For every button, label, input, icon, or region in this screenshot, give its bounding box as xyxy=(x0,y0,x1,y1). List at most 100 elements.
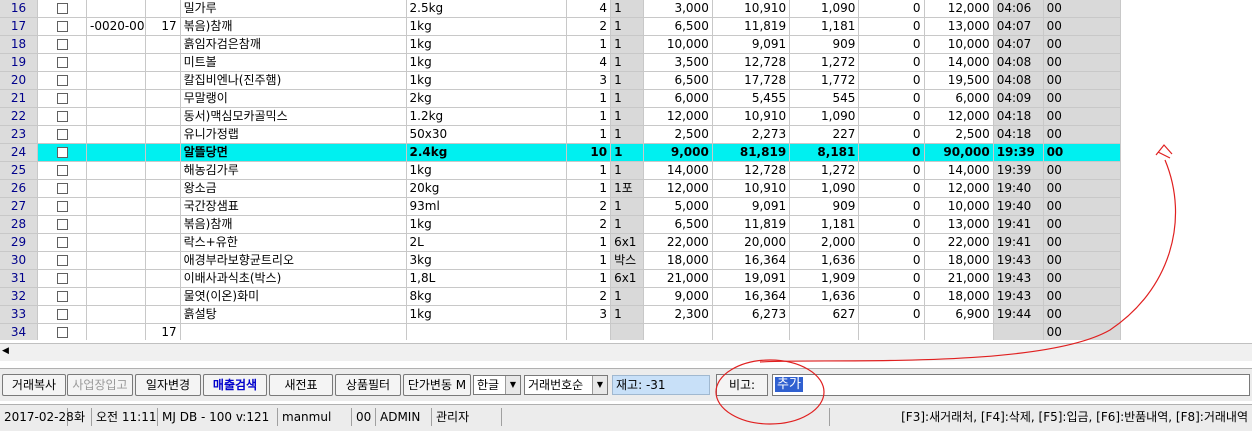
table-row[interactable]: 34 17 00 xyxy=(0,323,1121,340)
row-flag: 00 xyxy=(1043,251,1121,270)
table-row[interactable]: 27 국간장샘표 93ml 2 1 5,000 9,091 909 0 10,000 19:40 00 xyxy=(0,197,1121,216)
checkbox-icon[interactable] xyxy=(56,291,68,302)
copy-transaction-button[interactable]: 거래복사 xyxy=(2,374,66,396)
checkbox-icon[interactable] xyxy=(56,201,68,212)
table-row[interactable]: 24 알뜰당면 2.4kg 10 1 9,000 81,819 8,181 0 90,000 19:… xyxy=(0,143,1121,162)
row-spec: 2.5kg xyxy=(406,0,568,18)
memo-input[interactable]: 추가 xyxy=(772,374,1250,396)
row-time: 19:43 xyxy=(993,251,1044,270)
table-row[interactable]: 16 밀가루 2.5kg 4 1 3,000 10,910 1,090 0 12,000 04:06… xyxy=(0,0,1121,18)
product-filter-button[interactable]: 상품필터 xyxy=(335,374,401,396)
row-checkbox[interactable] xyxy=(37,305,87,324)
chevron-down-icon[interactable]: ▼ xyxy=(592,376,607,394)
table-row[interactable]: 17 -0020-00 17 볶음)참깨 1kg 2 1 6,500 11,819 1,181 0 1… xyxy=(0,17,1121,36)
table-row[interactable]: 19 미트볼 1kg 4 1 3,500 12,728 1,272 0 14,000 04:08 00 xyxy=(0,53,1121,72)
checkbox-icon[interactable] xyxy=(56,75,68,86)
row-checkbox[interactable] xyxy=(37,35,87,54)
table-row[interactable]: 20 칼집비엔나(진주햄) 1kg 3 1 6,500 17,728 1,772 0 19,500… xyxy=(0,71,1121,90)
row-amount xyxy=(924,323,994,340)
checkbox-icon[interactable] xyxy=(56,255,68,266)
status-bar: 2017-02-28 화 오전 11:11 MJ DB - 100 v:121 … xyxy=(0,404,1252,431)
row-unit: 1 xyxy=(610,0,644,18)
price-change-button[interactable]: 단가변동 M xyxy=(403,374,471,396)
checkbox-icon[interactable] xyxy=(56,21,68,32)
row-product-name: 칼집비엔나(진주햄) xyxy=(180,71,407,90)
table-row[interactable]: 25 해농김가루 1kg 1 1 14,000 12,728 1,272 0 14,000 19:3… xyxy=(0,161,1121,180)
checkbox-icon[interactable] xyxy=(56,93,68,104)
checkbox-icon[interactable] xyxy=(56,111,68,122)
new-slip-button[interactable]: 새전표 xyxy=(269,374,333,396)
row-discount: 0 xyxy=(858,197,925,216)
row-time: 19:40 xyxy=(993,179,1044,198)
row-checkbox[interactable] xyxy=(37,215,87,234)
table-row[interactable]: 33 흙설탕 1kg 3 1 2,300 6,273 627 0 6,900 19:44 00 xyxy=(0,305,1121,324)
table-row[interactable]: 18 흙임자검은참깨 1kg 1 1 10,000 9,091 909 0 10,000 04:07… xyxy=(0,35,1121,54)
checkbox-icon[interactable] xyxy=(56,147,68,158)
row-spec: 1.2kg xyxy=(406,107,568,126)
sort-order-select[interactable]: 거래번호순 ▼ xyxy=(524,375,608,395)
row-checkbox[interactable] xyxy=(37,197,87,216)
checkbox-icon[interactable] xyxy=(56,237,68,248)
row-amount: 6,000 xyxy=(924,89,994,108)
row-checkbox[interactable] xyxy=(37,143,87,162)
checkbox-icon[interactable] xyxy=(56,219,68,230)
row-checkbox[interactable] xyxy=(37,161,87,180)
row-amount: 13,000 xyxy=(924,17,994,36)
table-row[interactable]: 23 유니가정랩 50x30 1 1 2,500 2,273 227 0 2,500 04:18 00 xyxy=(0,125,1121,144)
chevron-down-icon[interactable]: ▼ xyxy=(505,376,520,394)
checkbox-icon[interactable] xyxy=(56,165,68,176)
row-checkbox[interactable] xyxy=(37,269,87,288)
row-checkbox[interactable] xyxy=(37,107,87,126)
row-code: -0020-00 xyxy=(86,17,147,36)
row-checkbox[interactable] xyxy=(37,89,87,108)
language-select[interactable]: 한글 ▼ xyxy=(473,375,521,395)
row-time: 19:41 xyxy=(993,233,1044,252)
row-code xyxy=(86,197,147,216)
row-checkbox[interactable] xyxy=(37,251,87,270)
row-price: 2,500 xyxy=(643,125,713,144)
row-flag: 00 xyxy=(1043,197,1121,216)
checkbox-icon[interactable] xyxy=(56,273,68,284)
row-checkbox[interactable] xyxy=(37,17,87,36)
table-row[interactable]: 21 무말랭이 2kg 1 1 6,000 5,455 545 0 6,000 04:09 00 xyxy=(0,89,1121,108)
row-product-name: 애경부라보향균트리오 xyxy=(180,251,407,270)
checkbox-icon[interactable] xyxy=(56,327,68,338)
checkbox-icon[interactable] xyxy=(56,129,68,140)
row-code xyxy=(86,233,147,252)
checkbox-icon[interactable] xyxy=(56,39,68,50)
checkbox-icon[interactable] xyxy=(56,57,68,68)
scroll-left-icon[interactable]: ◀ xyxy=(2,346,9,356)
checkbox-icon[interactable] xyxy=(56,183,68,194)
row-checkbox[interactable] xyxy=(37,233,87,252)
row-checkbox[interactable] xyxy=(37,323,87,340)
checkbox-icon[interactable] xyxy=(56,309,68,320)
business-receipt-button[interactable]: 사업장입고 xyxy=(67,374,133,396)
row-flag: 00 xyxy=(1043,305,1121,324)
row-checkbox[interactable] xyxy=(37,287,87,306)
row-checkbox[interactable] xyxy=(37,53,87,72)
table-row[interactable]: 31 이배사과식초(박스) 1,8L 1 6x1 21,000 19,091 1,909 0 21… xyxy=(0,269,1121,288)
sales-search-button[interactable]: 매출검색 xyxy=(203,374,267,396)
date-change-button[interactable]: 일자변경 xyxy=(135,374,201,396)
row-checkbox[interactable] xyxy=(37,0,87,18)
row-checkbox[interactable] xyxy=(37,179,87,198)
row-checkbox[interactable] xyxy=(37,125,87,144)
table-row[interactable]: 30 애경부라보향균트리오 3kg 1 박스 18,000 16,364 1,636 0 18,0… xyxy=(0,251,1121,270)
table-row[interactable]: 29 락스+유한 2L 1 6x1 22,000 20,000 2,000 0 22,000 19:… xyxy=(0,233,1121,252)
row-group xyxy=(145,89,181,108)
table-row[interactable]: 28 볶음)참깨 1kg 2 1 6,500 11,819 1,181 0 13,000 19:41… xyxy=(0,215,1121,234)
table-row[interactable]: 32 물엿(이온)화미 8kg 2 1 9,000 16,364 1,636 0 18,000 19… xyxy=(0,287,1121,306)
row-spec: 50x30 xyxy=(406,125,568,144)
row-flag: 00 xyxy=(1043,143,1121,162)
row-price: 12,000 xyxy=(643,179,713,198)
row-qty: 3 xyxy=(566,71,612,90)
row-discount: 0 xyxy=(858,305,925,324)
row-checkbox[interactable] xyxy=(37,71,87,90)
table-row[interactable]: 26 왕소금 20kg 1 1포 12,000 10,910 1,090 0 12,000 19:4… xyxy=(0,179,1121,198)
memo-input-value: 추가 xyxy=(775,377,803,392)
table-row[interactable]: 22 동서)맥심모카골믹스 1.2kg 1 1 12,000 10,910 1,090 0 12,… xyxy=(0,107,1121,126)
row-product-name: 국간장샘표 xyxy=(180,197,407,216)
horizontal-scrollbar[interactable]: ◀ xyxy=(0,343,1252,361)
row-product-name: 흙임자검은참깨 xyxy=(180,35,407,54)
checkbox-icon[interactable] xyxy=(56,3,68,14)
